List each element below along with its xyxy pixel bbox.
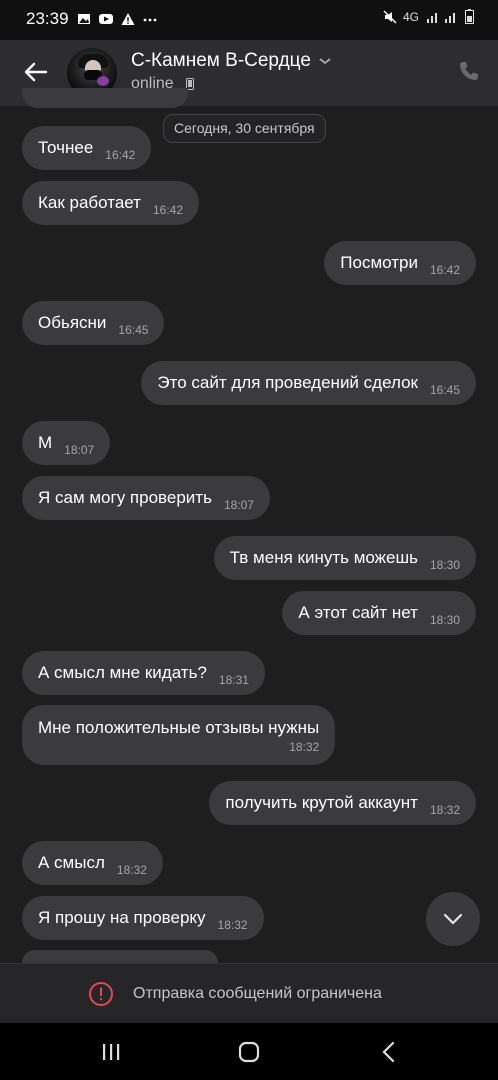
message-text: А этот сайт нет bbox=[298, 603, 418, 622]
message-time: 16:42 bbox=[429, 263, 460, 277]
mute-icon bbox=[383, 10, 397, 23]
recent-apps-icon[interactable] bbox=[98, 1039, 124, 1065]
message-text: А смысл мне кидать? bbox=[38, 663, 207, 682]
messaging-restricted-bar: Отправка сообщений ограничена bbox=[0, 963, 498, 1024]
message-bubble-partial bbox=[22, 88, 188, 108]
phone-call-icon[interactable] bbox=[458, 60, 480, 82]
message-bubble-partial bbox=[22, 950, 218, 963]
message-time: 18:32 bbox=[116, 863, 147, 877]
date-separator: Сегодня, 30 сентября bbox=[163, 114, 326, 143]
back-nav-icon[interactable] bbox=[376, 1039, 402, 1065]
more-dots-icon bbox=[143, 18, 156, 22]
message-text: Обьясни bbox=[38, 313, 107, 332]
message-text: Это сайт для проведений сделок bbox=[157, 373, 418, 392]
signal-icon bbox=[427, 12, 455, 23]
message-text: Как работает bbox=[38, 193, 141, 212]
message-text: Посмотри bbox=[340, 253, 418, 272]
back-arrow-icon[interactable] bbox=[20, 56, 52, 88]
message-incoming[interactable]: Я сам могу проверить 18:07 bbox=[22, 476, 270, 520]
status-bar: 23:39 4G bbox=[0, 0, 498, 40]
home-icon[interactable] bbox=[236, 1039, 262, 1065]
message-time: 18:07 bbox=[64, 443, 95, 457]
message-text: М bbox=[38, 433, 53, 452]
message-outgoing[interactable]: Посмотри 16:42 bbox=[324, 241, 476, 285]
message-incoming[interactable]: Точнее 16:42 bbox=[22, 126, 152, 170]
chevron-down-icon[interactable] bbox=[318, 56, 332, 66]
alert-circle-icon bbox=[89, 982, 113, 1006]
message-text: А смысл bbox=[38, 853, 105, 872]
message-text: получить крутой аккаунт bbox=[225, 793, 418, 812]
message-time: 18:32 bbox=[429, 803, 460, 817]
message-time: 18:32 bbox=[217, 918, 248, 932]
contact-name[interactable]: С-Камнем В-Сердце bbox=[131, 50, 311, 72]
message-incoming[interactable]: Как работает 16:42 bbox=[22, 181, 200, 225]
system-nav-bar bbox=[0, 1023, 498, 1080]
restriction-notice: Отправка сообщений ограничена bbox=[133, 985, 382, 1002]
status-time: 23:39 bbox=[26, 9, 69, 28]
message-outgoing[interactable]: получить крутой аккаунт 18:32 bbox=[209, 781, 476, 825]
message-incoming[interactable]: А смысл мне кидать? 18:31 bbox=[22, 651, 265, 695]
message-incoming[interactable]: Мне положительные отзывы нужны 18:32 bbox=[22, 705, 336, 765]
battery-icon bbox=[465, 9, 474, 24]
gallery-icon bbox=[77, 14, 90, 24]
message-time: 16:45 bbox=[118, 323, 149, 337]
message-incoming[interactable]: М 18:07 bbox=[22, 421, 111, 465]
message-time: 18:30 bbox=[429, 558, 460, 572]
chevron-down-icon bbox=[443, 913, 463, 925]
message-outgoing[interactable]: Это сайт для проведений сделок 16:45 bbox=[141, 361, 476, 405]
message-text: Тв меня кинуть можешь bbox=[229, 548, 418, 567]
youtube-icon bbox=[98, 14, 113, 24]
scroll-to-bottom-button[interactable] bbox=[426, 892, 480, 946]
message-text: Я прошу на проверку bbox=[38, 908, 206, 927]
message-time: 18:32 bbox=[289, 740, 320, 754]
warning-icon bbox=[121, 13, 135, 25]
message-incoming[interactable]: Я прошу на проверку 18:32 bbox=[22, 896, 264, 940]
message-time: 16:42 bbox=[105, 148, 136, 162]
message-outgoing[interactable]: А этот сайт нет 18:30 bbox=[282, 591, 476, 635]
message-outgoing[interactable]: Тв меня кинуть можешь 18:30 bbox=[213, 536, 476, 580]
message-time: 18:07 bbox=[223, 498, 254, 512]
message-time: 16:45 bbox=[429, 383, 460, 397]
message-time: 16:42 bbox=[152, 203, 184, 217]
message-text: Я сам могу проверить bbox=[38, 488, 212, 507]
message-time: 18:31 bbox=[218, 673, 249, 687]
message-time: 18:30 bbox=[429, 613, 460, 627]
message-text: Мне положительные отзывы нужны bbox=[38, 718, 320, 737]
message-incoming[interactable]: А смысл 18:32 bbox=[22, 841, 163, 885]
message-text: Точнее bbox=[38, 138, 94, 157]
network-type: 4G bbox=[402, 9, 419, 24]
message-incoming[interactable]: Обьясни 16:45 bbox=[22, 301, 165, 345]
